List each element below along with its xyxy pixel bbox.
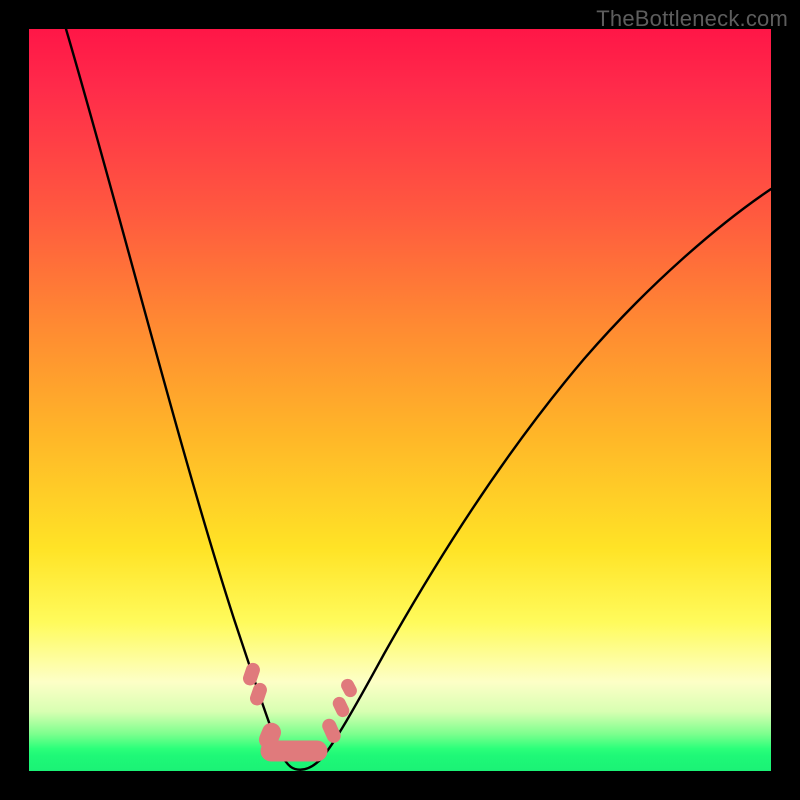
curve-layer [29, 29, 771, 771]
plot-area [29, 29, 771, 771]
bottleneck-curve [66, 29, 771, 770]
marker-band [242, 662, 359, 761]
chart-frame: TheBottleneck.com [0, 0, 800, 800]
